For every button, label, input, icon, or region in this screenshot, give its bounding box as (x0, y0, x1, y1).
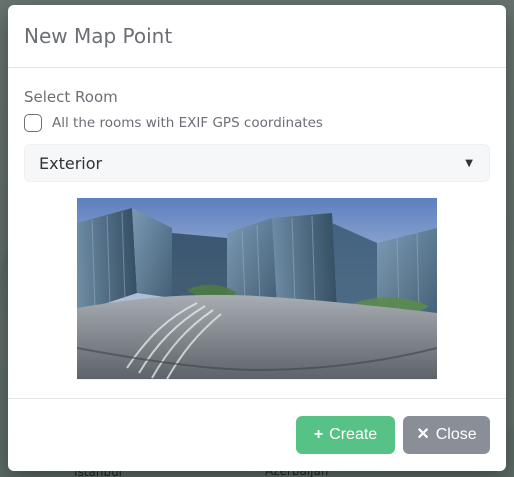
modal-header: New Map Point (8, 5, 506, 68)
exif-gps-checkbox[interactable] (24, 114, 42, 132)
close-icon: ✕ (416, 426, 430, 443)
close-button-label: Close (435, 426, 477, 443)
plus-icon: + (313, 426, 324, 443)
create-button[interactable]: + Create (296, 416, 395, 454)
room-select[interactable]: Exterior ▼ (24, 144, 490, 182)
panorama-image (77, 198, 437, 379)
modal-body: Select Room All the rooms with EXIF GPS … (8, 68, 506, 379)
room-preview-image (77, 198, 437, 379)
room-select-value: Exterior (39, 153, 103, 173)
select-room-label: Select Room (24, 88, 118, 106)
chevron-down-icon: ▼ (465, 157, 473, 169)
new-map-point-dialog: New Map Point Select Room All the rooms … (8, 5, 506, 471)
create-button-label: Create (329, 426, 378, 443)
modal-title: New Map Point (24, 24, 173, 48)
exif-gps-checkbox-row[interactable]: All the rooms with EXIF GPS coordinates (24, 114, 490, 132)
exif-gps-checkbox-label[interactable]: All the rooms with EXIF GPS coordinates (52, 115, 323, 131)
close-button[interactable]: ✕ Close (403, 416, 490, 454)
modal-footer: + Create ✕ Close (8, 398, 506, 471)
